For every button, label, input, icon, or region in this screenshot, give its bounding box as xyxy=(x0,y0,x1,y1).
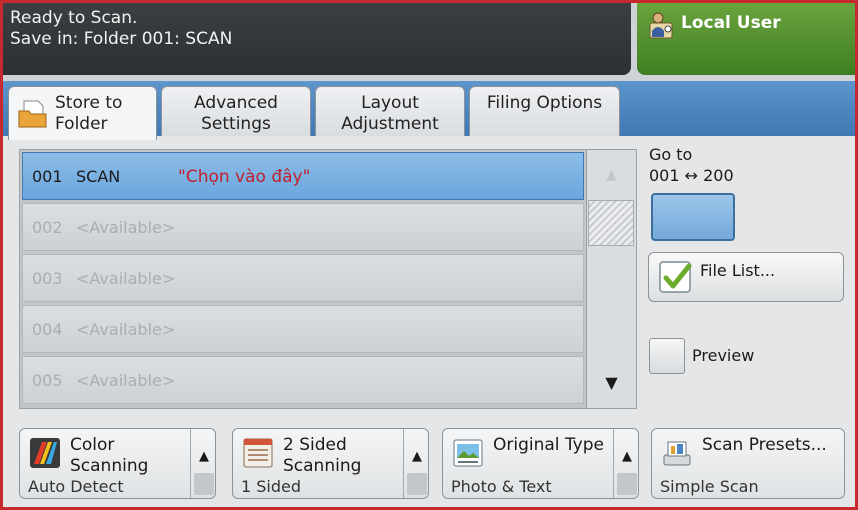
user-label: Local User xyxy=(681,13,781,33)
increase-arrow-icon[interactable]: ▲ xyxy=(192,449,216,464)
tab-layout-adjustment[interactable]: Layout Adjustment xyxy=(315,86,465,138)
feature-title-line1: Original Type xyxy=(493,435,604,455)
folder-list: 001 SCAN "Chọn vào đây" 002 <Available> 00… xyxy=(19,149,587,409)
increase-arrow-icon[interactable]: ▲ xyxy=(615,449,639,464)
photo-text-icon xyxy=(453,439,483,467)
original-type-value: Photo & Text xyxy=(451,477,552,496)
feature-title: Scan Presets... xyxy=(702,435,827,456)
user-lock-icon xyxy=(649,12,673,39)
folder-row-001[interactable]: 001 SCAN "Chọn vào đây" xyxy=(22,152,584,200)
increase-arrow-icon[interactable]: ▲ xyxy=(405,449,429,464)
feature-title: Color Scanning xyxy=(70,435,148,477)
goto-title: Go to xyxy=(649,145,693,164)
goto-range: 001 ↔ 200 xyxy=(649,166,734,185)
folder-list-scrollbar[interactable]: ▲ ▼ xyxy=(587,149,637,409)
folder-row-005[interactable]: 005 <Available> xyxy=(22,356,584,404)
save-location: Save in: Folder 001: SCAN xyxy=(10,29,233,49)
folder-name: <Available> xyxy=(76,320,176,339)
tab-label-line2: Adjustment xyxy=(341,114,439,134)
folder-name: <Available> xyxy=(76,371,176,390)
folder-number: 005 xyxy=(32,371,63,390)
scroll-down-arrow-icon[interactable]: ▼ xyxy=(587,358,636,408)
folder-row-003[interactable]: 003 <Available> xyxy=(22,254,584,302)
folder-number: 001 xyxy=(32,167,63,186)
scroll-indicator xyxy=(617,473,637,495)
scroll-indicator xyxy=(194,473,214,495)
feature-divider xyxy=(613,429,614,498)
folder-number: 004 xyxy=(32,320,63,339)
goto-label: Go to 001 ↔ 200 xyxy=(649,144,734,186)
feature-title-line1: Color xyxy=(70,435,115,455)
feature-title-line1: Scan Presets... xyxy=(702,435,827,455)
two-sided-page-icon xyxy=(243,438,273,468)
folder-number: 003 xyxy=(32,269,63,288)
color-scanning-value: Auto Detect xyxy=(28,477,124,496)
status-message: Ready to Scan. xyxy=(10,8,138,28)
tab-label-line1: Store to xyxy=(55,93,123,113)
folder-name: <Available> xyxy=(76,269,176,288)
feature-title: Original Type xyxy=(493,435,604,456)
file-list-label: File List... xyxy=(700,261,776,280)
feature-title-line1: 2 Sided xyxy=(283,435,347,455)
scroll-up-arrow-icon: ▲ xyxy=(606,167,617,183)
preview-label: Preview xyxy=(692,346,755,365)
tab-store-to-folder[interactable]: Store to Folder xyxy=(8,86,157,140)
tab-label-line2: Settings xyxy=(201,114,271,134)
folder-row-002[interactable]: 002 <Available> xyxy=(22,203,584,251)
scan-presets-value: Simple Scan xyxy=(660,477,759,496)
feature-divider xyxy=(190,429,191,498)
folder-icon xyxy=(18,100,47,128)
tab-label-line2: Folder xyxy=(55,114,108,134)
preview-checkbox[interactable] xyxy=(649,338,685,374)
color-scanning-button[interactable]: Color Scanning Auto Detect ▲ xyxy=(19,428,216,499)
folder-row-004[interactable]: 004 <Available> xyxy=(22,305,584,353)
annotation-note: "Chọn vào đây" xyxy=(178,167,311,187)
local-user-button[interactable]: Local User xyxy=(637,3,855,75)
tab-advanced-settings[interactable]: Advanced Settings xyxy=(161,86,311,138)
two-sided-scanning-button[interactable]: 2 Sided Scanning 1 Sided ▲ xyxy=(232,428,429,499)
folder-number: 002 xyxy=(32,218,63,237)
tab-label-line1: Advanced xyxy=(194,93,278,113)
original-type-button[interactable]: Original Type Photo & Text ▲ xyxy=(442,428,639,499)
scroll-thumb[interactable] xyxy=(588,200,634,246)
color-palette-icon xyxy=(30,438,60,468)
feature-title: 2 Sided Scanning xyxy=(283,435,361,477)
scan-presets-button[interactable]: Scan Presets... Simple Scan xyxy=(651,428,845,499)
scanner-screen: Ready to Scan. Save in: Folder 001: SCAN… xyxy=(3,3,855,507)
folder-name: SCAN xyxy=(76,167,121,186)
tab-label-line1: Layout xyxy=(361,93,419,113)
status-bar: Ready to Scan. Save in: Folder 001: SCAN xyxy=(3,3,631,75)
feature-title-line2: Scanning xyxy=(70,456,149,476)
file-list-button[interactable]: File List... xyxy=(648,252,844,302)
scroll-indicator xyxy=(407,473,427,495)
two-sided-value: 1 Sided xyxy=(241,477,302,496)
feature-divider xyxy=(403,429,404,498)
goto-number-button[interactable] xyxy=(651,193,735,241)
tab-label-line1: Filing Options xyxy=(486,93,603,113)
tab-filing-options[interactable]: Filing Options xyxy=(469,86,620,138)
folder-name: <Available> xyxy=(76,218,176,237)
scan-presets-icon xyxy=(663,441,691,466)
checkbox-checked-icon xyxy=(659,261,692,293)
feature-title-line2: Scanning xyxy=(283,456,362,476)
